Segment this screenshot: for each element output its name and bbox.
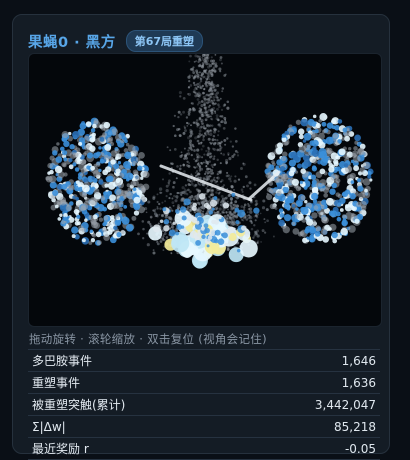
stats-table: 多巴胺事件 1,646 重塑事件 1,636 被重塑突触(累计) 3,442,0… [28, 349, 380, 460]
stat-label: 最近奖励 r [32, 442, 89, 456]
stat-value: 1,636 [341, 375, 376, 390]
viewport-hint: 拖动旋转 · 滚轮缩放 · 双击复位 (视角会记住) [29, 332, 267, 346]
stat-value: 1,646 [341, 353, 376, 368]
brain-visualization[interactable] [29, 54, 381, 326]
stat-label: 多巴胺事件 [32, 354, 93, 368]
stat-row-delta-w: Σ|Δw| 85,218 [28, 416, 380, 438]
panel-title: 果蝇0 · 黑方 [28, 34, 116, 51]
brain-3d-viewport[interactable] [28, 53, 382, 327]
stat-value: 85,218 [334, 419, 376, 434]
round-badge: 第67局重塑 [125, 30, 204, 52]
stat-label: 被重塑突触(累计) [32, 398, 126, 412]
stat-row-dopamine: 多巴胺事件 1,646 [28, 350, 380, 372]
stat-row-remodel: 重塑事件 1,636 [28, 372, 380, 394]
panel-header: 果蝇0 · 黑方 第67局重塑 [28, 30, 204, 52]
stat-label: 重塑事件 [32, 376, 81, 390]
stat-label: Σ|Δw| [32, 419, 66, 434]
stat-value: 3,442,047 [314, 397, 376, 412]
stat-row-synapses: 被重塑突触(累计) 3,442,047 [28, 394, 380, 416]
stat-value: -0.05 [344, 441, 376, 456]
brain-panel: 果蝇0 · 黑方 第67局重塑 拖动旋转 · 滚轮缩放 · 双击复位 (视角会记… [12, 14, 390, 460]
stat-row-reward: 最近奖励 r -0.05 [28, 438, 380, 460]
